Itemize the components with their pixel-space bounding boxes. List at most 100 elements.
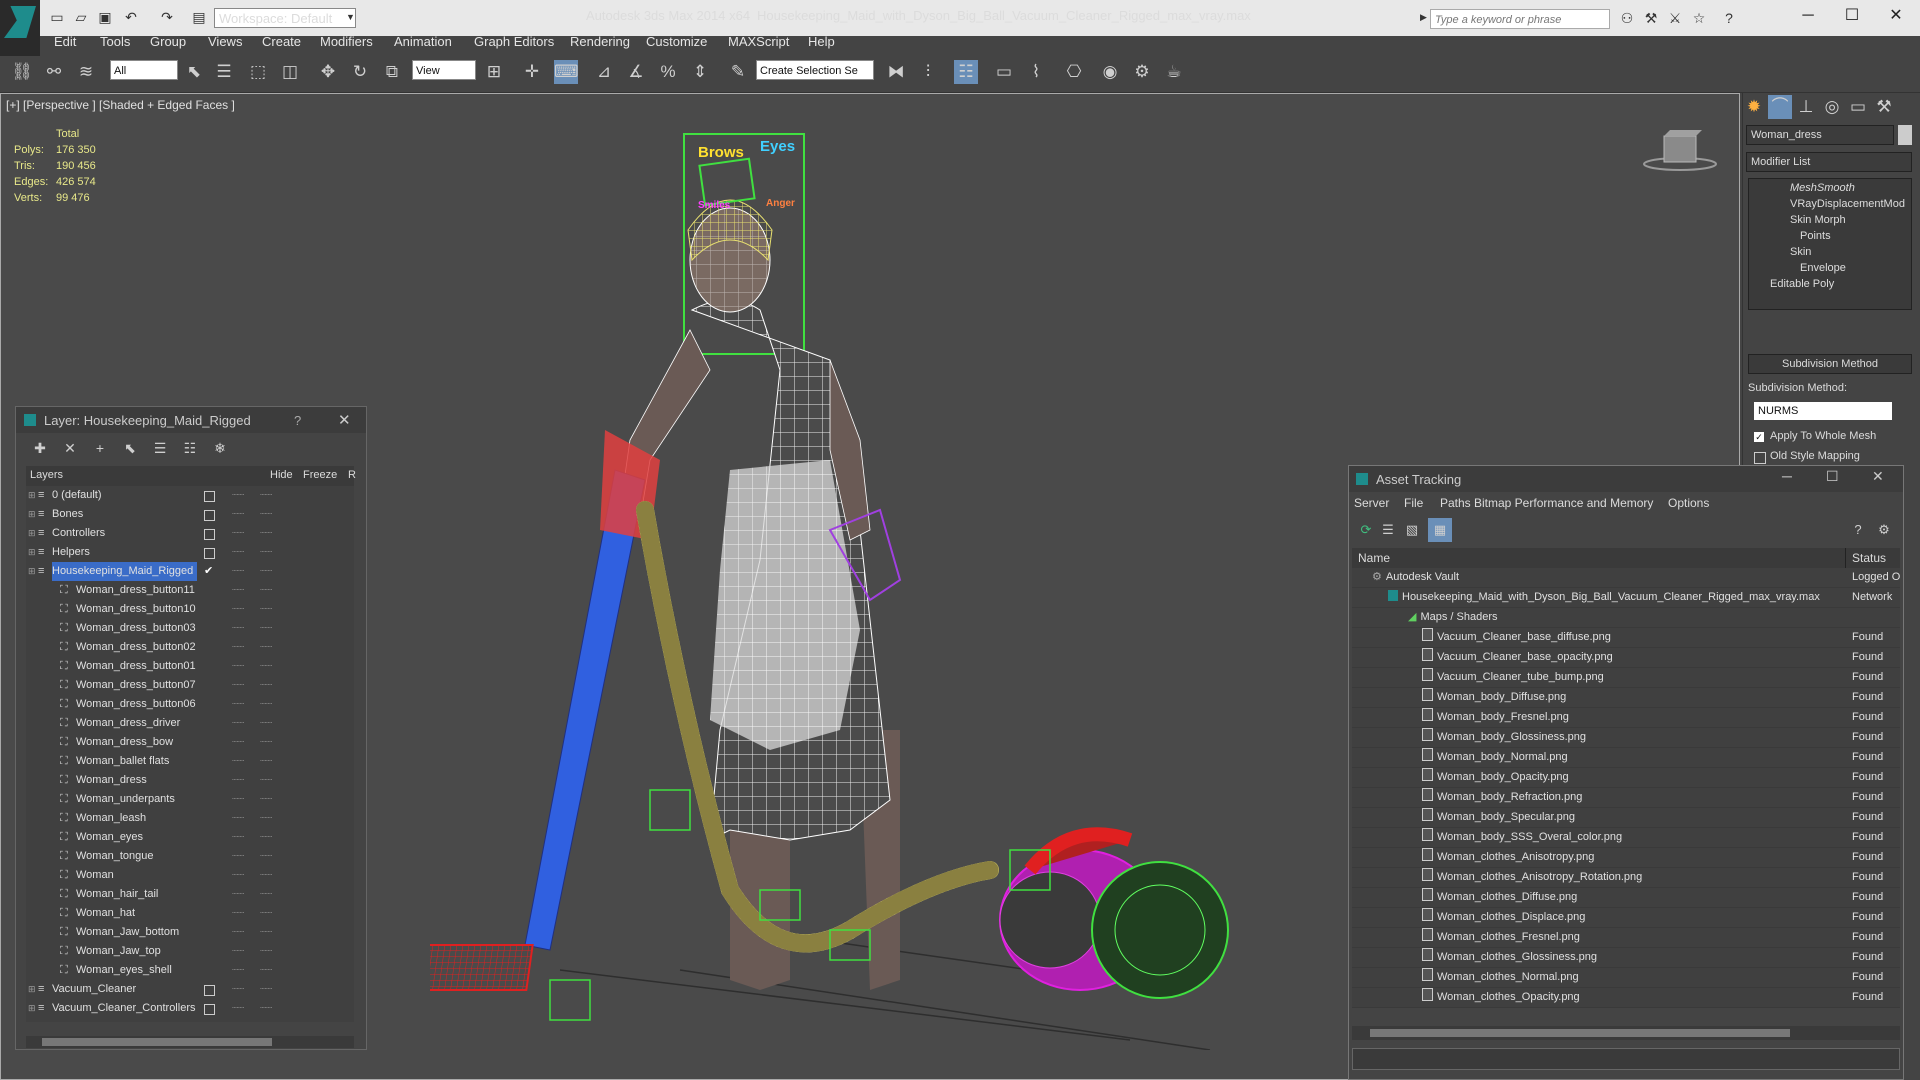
menu-modifiers[interactable]: Modifiers (320, 34, 373, 49)
asset-row[interactable]: ⚙ Autodesk Vault Logged O (1352, 568, 1900, 588)
layer-object-row[interactable]: ⛶ Woman_eyes ┈┈ ┈┈ (26, 828, 354, 847)
display-tab-icon[interactable]: ▭ (1846, 95, 1870, 119)
layer-object-row[interactable]: ⛶ Woman_hair_tail ┈┈ ┈┈ (26, 885, 354, 904)
freeze-toggle[interactable]: ┈┈ (260, 999, 272, 1018)
asset-row[interactable]: Woman_clothes_Glossiness.png Found (1352, 948, 1900, 968)
scale-icon[interactable]: ⧉ (380, 60, 404, 84)
percent-snap-icon[interactable]: % (656, 60, 680, 84)
asset-menu-file[interactable]: File (1404, 496, 1423, 510)
hide-all-icon[interactable]: ☷ (178, 436, 202, 460)
layer-name[interactable]: Woman_dress_button10 (76, 600, 200, 619)
freeze-toggle[interactable]: ┈┈ (260, 714, 272, 733)
layer-name[interactable]: Woman_dress_bow (76, 733, 177, 752)
freeze-toggle[interactable]: ┈┈ (260, 486, 272, 505)
layer-object-row[interactable]: ⛶ Woman_dress_button07 ┈┈ ┈┈ (26, 676, 354, 695)
old-style-mapping-checkbox[interactable] (1754, 452, 1766, 464)
render-setup-icon[interactable]: ⚙ (1130, 60, 1154, 84)
freeze-toggle[interactable]: ┈┈ (260, 847, 272, 866)
layer-name[interactable]: Woman_Jaw_bottom (76, 923, 183, 942)
asset-name[interactable]: Maps / Shaders (1420, 611, 1497, 623)
menu-maxscript[interactable]: MAXScript (728, 34, 789, 49)
stack-item-points[interactable]: Points (1800, 228, 1831, 244)
asset-menu-bitmap[interactable]: Bitmap Performance and Memory (1474, 496, 1653, 510)
hide-toggle[interactable]: ┈┈ (232, 657, 244, 676)
layer-name[interactable]: Woman (76, 866, 118, 885)
freeze-toggle[interactable]: ┈┈ (260, 676, 272, 695)
layer-name[interactable]: Woman_Jaw_top (76, 942, 165, 961)
menu-graph-editors[interactable]: Graph Editors (474, 34, 554, 49)
menu-animation[interactable]: Animation (394, 34, 452, 49)
asset-row[interactable]: Woman_clothes_Opacity.png Found (1352, 988, 1900, 1008)
hide-toggle[interactable]: ┈┈ (232, 543, 244, 562)
edit-named-selection-icon[interactable]: ✎ (726, 60, 750, 84)
asset-name[interactable]: Woman_body_SSS_Overal_color.png (1437, 831, 1622, 843)
hide-toggle[interactable]: ┈┈ (232, 980, 244, 999)
asset-name[interactable]: Autodesk Vault (1386, 571, 1459, 583)
layer-name[interactable]: Woman_leash (76, 809, 150, 828)
save-icon[interactable]: ▣ (96, 8, 114, 26)
layer-name[interactable]: Bones (52, 505, 87, 524)
modify-tab-icon[interactable]: ⌒ (1768, 95, 1792, 119)
asset-name[interactable]: Vacuum_Cleaner_tube_bump.png (1437, 671, 1604, 683)
stack-item-meshsmooth[interactable]: MeshSmooth (1790, 180, 1855, 196)
create-tab-icon[interactable]: ✹ (1742, 95, 1766, 119)
asset-minimize-icon[interactable]: ─ (1782, 468, 1792, 484)
new-layer-icon[interactable]: ✚ (28, 436, 52, 460)
refresh-icon[interactable]: ⟳ (1354, 518, 1378, 542)
asset-name[interactable]: Woman_clothes_Normal.png (1437, 971, 1579, 983)
layer-object-row[interactable]: ⛶ Woman_dress_bow ┈┈ ┈┈ (26, 733, 354, 752)
hide-toggle[interactable]: ┈┈ (232, 600, 244, 619)
hide-toggle[interactable]: ┈┈ (232, 505, 244, 524)
layer-name[interactable]: Woman_dress_driver (76, 714, 184, 733)
select-object-icon[interactable]: ⬉ (182, 60, 206, 84)
apply-whole-mesh-checkbox[interactable]: ✓ (1754, 432, 1764, 442)
render-icon[interactable]: ☕ (1162, 60, 1186, 84)
material-editor-icon[interactable]: ◉ (1098, 60, 1122, 84)
layer-name[interactable]: Woman_dress_button01 (76, 657, 200, 676)
asset-row[interactable]: Vacuum_Cleaner_base_diffuse.png Found (1352, 628, 1900, 648)
freeze-column-header[interactable]: Freeze (303, 469, 337, 481)
asset-row[interactable]: Woman_body_Normal.png Found (1352, 748, 1900, 768)
asset-horizontal-scrollbar[interactable] (1352, 1026, 1900, 1040)
current-layer-checkbox[interactable] (204, 985, 215, 996)
freeze-toggle[interactable]: ┈┈ (260, 695, 272, 714)
communication-icon[interactable]: ⚔ (1666, 9, 1684, 27)
layer-object-row[interactable]: ⛶ Woman_tongue ┈┈ ┈┈ (26, 847, 354, 866)
modifier-list-dropdown[interactable]: Modifier List (1746, 152, 1912, 172)
layer-row[interactable]: ⊞ ≡ Controllers ┈┈ ┈┈ (26, 524, 354, 543)
layer-object-row[interactable]: ⛶ Woman_eyes_shell ┈┈ ┈┈ (26, 961, 354, 980)
hide-toggle[interactable]: ┈┈ (232, 809, 244, 828)
menu-customize[interactable]: Customize (646, 34, 707, 49)
layer-object-row[interactable]: ⛶ Woman_ballet flats ┈┈ ┈┈ (26, 752, 354, 771)
expand-icon[interactable]: ⊞ (28, 486, 36, 505)
asset-name[interactable]: Woman_body_Diffuse.png (1437, 691, 1566, 703)
asset-name[interactable]: Vacuum_Cleaner_base_diffuse.png (1437, 631, 1611, 643)
rotate-icon[interactable]: ↻ (348, 60, 372, 84)
stack-item-editable-poly[interactable]: Editable Poly (1770, 276, 1834, 292)
layer-name[interactable]: Woman_dress_button03 (76, 619, 200, 638)
window-crossing-icon[interactable]: ◫ (278, 60, 302, 84)
hide-toggle[interactable]: ┈┈ (232, 733, 244, 752)
freeze-toggle[interactable]: ┈┈ (260, 505, 272, 524)
add-to-layer-icon[interactable]: + (88, 436, 112, 460)
layer-row[interactable]: ⊞ ≡ Helpers ┈┈ ┈┈ (26, 543, 354, 562)
subdivision-method-dropdown[interactable]: NURMS (1754, 402, 1892, 420)
asset-row[interactable]: Housekeeping_Maid_with_Dyson_Big_Ball_Va… (1352, 588, 1900, 608)
asset-name[interactable]: Vacuum_Cleaner_base_opacity.png (1437, 651, 1613, 663)
layer-window-close-icon[interactable]: ✕ (338, 411, 351, 429)
mirror-icon[interactable]: ⧓ (884, 60, 908, 84)
layer-name[interactable]: Woman_dress_button11 (76, 581, 199, 600)
layer-name[interactable]: Woman_eyes (76, 828, 147, 847)
favorites-icon[interactable]: ☆ (1690, 9, 1708, 27)
asset-row[interactable]: Vacuum_Cleaner_tube_bump.png Found (1352, 668, 1900, 688)
object-name-field[interactable]: Woman_dress (1746, 125, 1894, 145)
align-icon[interactable]: ⫶ (916, 60, 940, 84)
layer-name[interactable]: Woman_dress_button02 (76, 638, 200, 657)
layer-name[interactable]: Housekeeping_Maid_Rigged (52, 562, 198, 581)
delete-layer-icon[interactable]: ✕ (58, 436, 82, 460)
select-manipulate-icon[interactable]: ✛ (520, 60, 544, 84)
hide-toggle[interactable]: ┈┈ (232, 581, 244, 600)
freeze-toggle[interactable]: ┈┈ (260, 771, 272, 790)
stack-item-skin-morph[interactable]: Skin Morph (1790, 212, 1846, 228)
hide-toggle[interactable]: ┈┈ (232, 885, 244, 904)
